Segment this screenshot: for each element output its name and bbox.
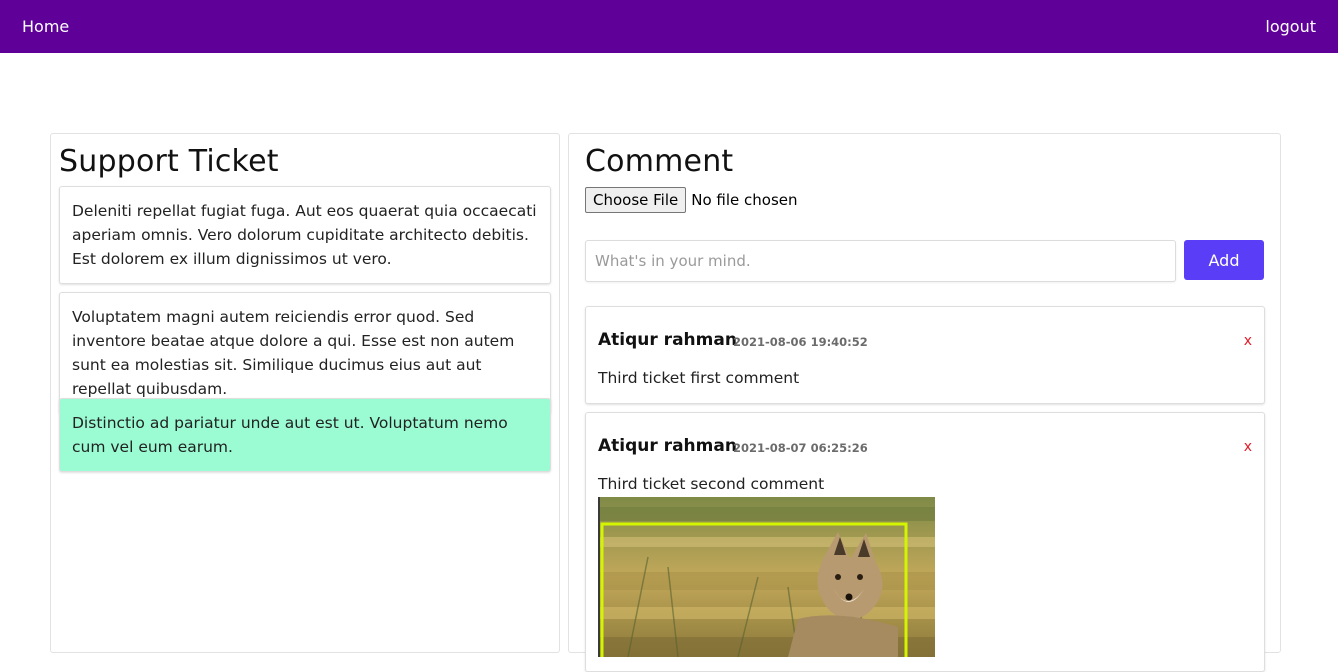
comment-timestamp: 2021-08-06 19:40:52	[733, 335, 868, 349]
comment-card: Atiqur rahman 2021-08-06 19:40:52 x Thir…	[585, 306, 1265, 404]
choose-file-button[interactable]: Choose File	[585, 187, 687, 213]
comment-text: Third ticket first comment	[598, 369, 800, 387]
file-upload: Choose File No file chosen	[585, 187, 798, 213]
comment-author: Atiqur rahman	[598, 330, 737, 350]
ticket-item[interactable]: Voluptatem magni autem reiciendis error …	[59, 292, 551, 414]
file-status: No file chosen	[691, 191, 798, 209]
fox-photo-icon	[598, 497, 935, 657]
delete-comment-button[interactable]: x	[1244, 439, 1252, 455]
support-ticket-panel: Support Ticket Deleniti repellat fugiat …	[50, 133, 560, 653]
comment-timestamp: 2021-08-07 06:25:26	[733, 441, 868, 455]
comment-panel: Comment Choose File No file chosen Add A…	[568, 133, 1281, 672]
top-navbar: Home logout	[0, 0, 1338, 53]
comment-card: Atiqur rahman 2021-08-07 06:25:26 x Thir…	[585, 412, 1265, 672]
comment-input[interactable]	[585, 240, 1176, 282]
comment-image	[598, 497, 935, 657]
comment-author: Atiqur rahman	[598, 436, 737, 456]
ticket-item[interactable]: Deleniti repellat fugiat fuga. Aut eos q…	[59, 186, 551, 284]
home-link[interactable]: Home	[22, 17, 69, 36]
support-ticket-title: Support Ticket	[59, 144, 279, 179]
logout-link[interactable]: logout	[1265, 17, 1316, 36]
delete-comment-button[interactable]: x	[1244, 333, 1252, 349]
comment-title: Comment	[585, 144, 734, 179]
ticket-item-active[interactable]: Distinctio ad pariatur unde aut est ut. …	[59, 398, 551, 472]
comment-text: Third ticket second comment	[598, 475, 825, 493]
add-comment-button[interactable]: Add	[1184, 240, 1264, 280]
